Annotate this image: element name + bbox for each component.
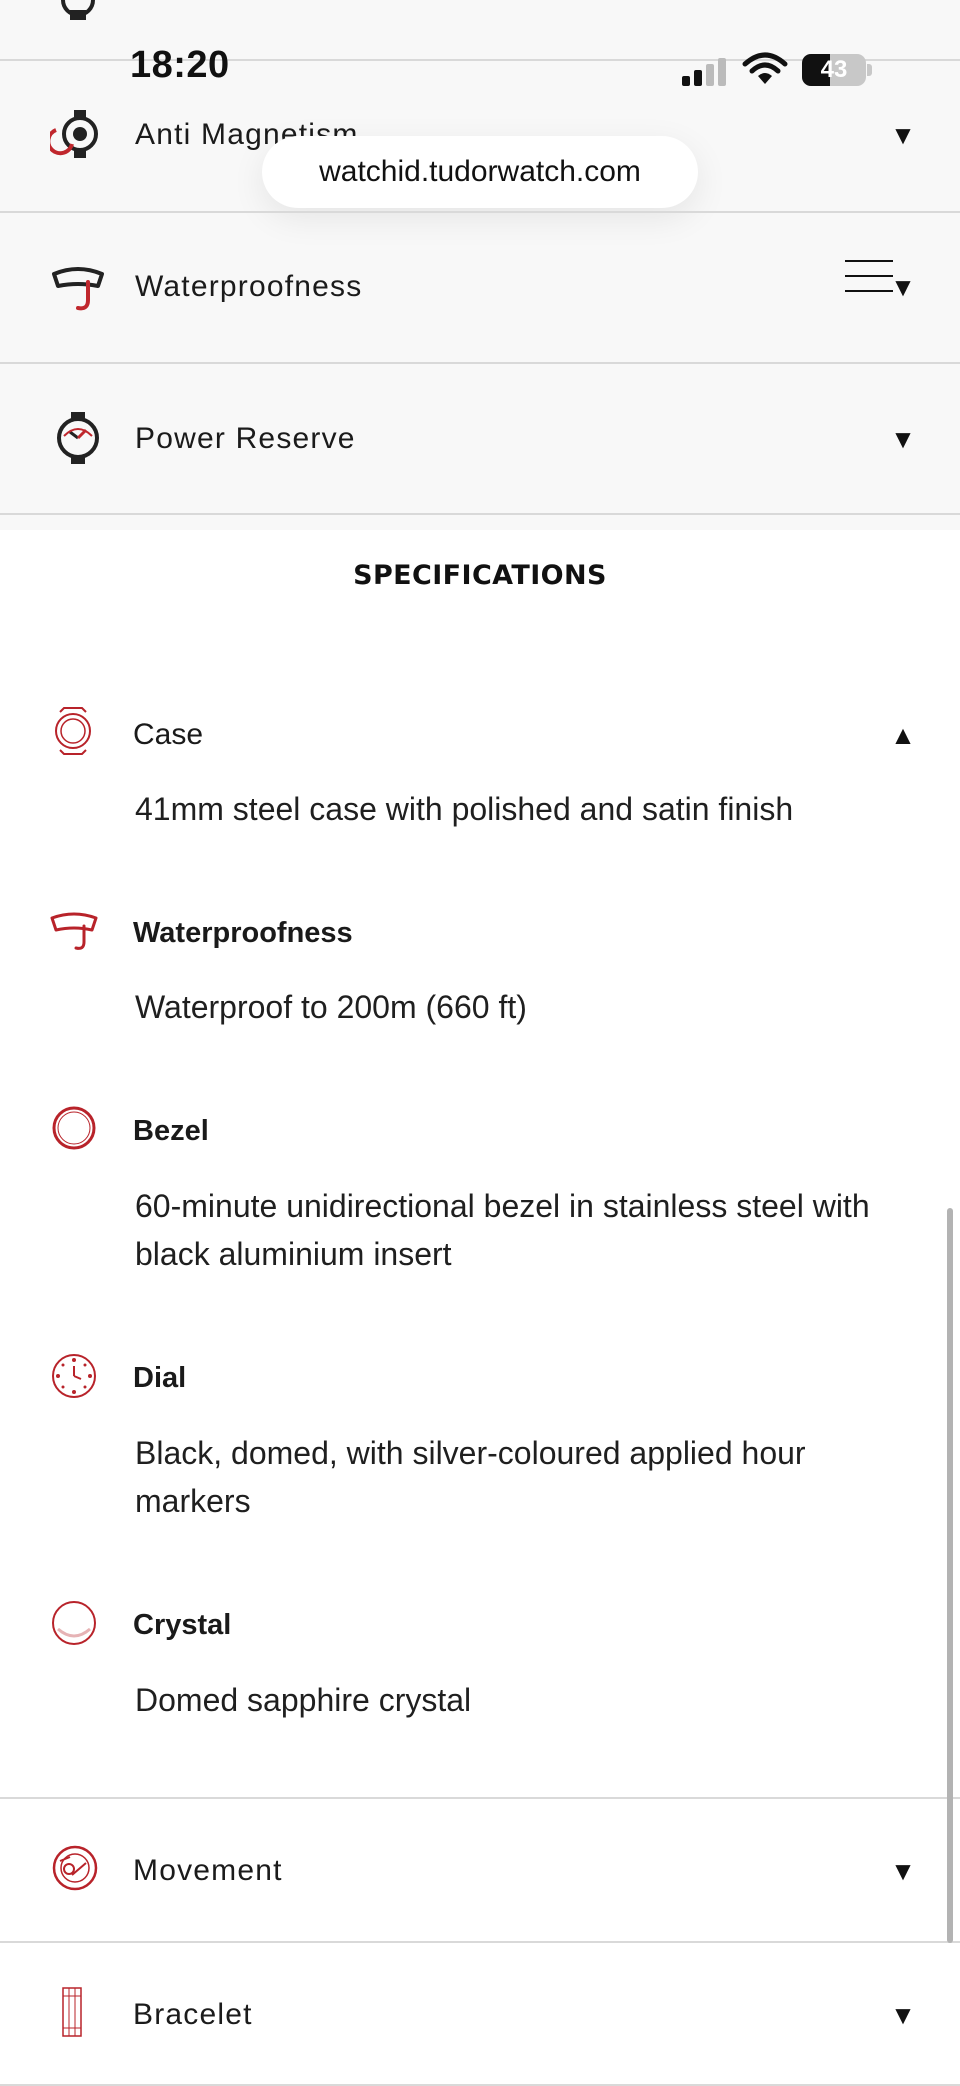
spec-dial-value: Black, domed, with silver-coloured appli… bbox=[135, 1435, 806, 1519]
specifications-title: SPECIFICATIONS bbox=[353, 560, 607, 591]
spec-waterproofness-value: Waterproof to 200m (660 ft) bbox=[135, 989, 527, 1025]
partial-watch-icon bbox=[50, 0, 106, 28]
spec-case-value: 41mm steel case with polished and satin … bbox=[135, 791, 794, 827]
accordion-movement[interactable]: Movement bbox=[133, 1854, 283, 1888]
power-reserve-icon bbox=[50, 410, 106, 466]
accordion-bracelet[interactable]: Bracelet bbox=[133, 1998, 253, 2032]
bezel-icon bbox=[50, 1104, 98, 1152]
spec-dial-label: Dial bbox=[133, 1362, 187, 1394]
chevron-down-icon[interactable]: ▼ bbox=[888, 120, 918, 151]
anti-magnetism-icon bbox=[50, 106, 106, 162]
status-time: 18:20 bbox=[130, 44, 230, 86]
wifi-icon bbox=[742, 52, 788, 86]
case-icon bbox=[50, 706, 96, 756]
spec-bezel-value: 60-minute unidirectional bezel in stainl… bbox=[135, 1188, 870, 1272]
url-text: watchid.tudorwatch.com bbox=[319, 155, 641, 188]
waterproofness-icon bbox=[50, 258, 106, 314]
spec-bezel-label: Bezel bbox=[133, 1115, 209, 1147]
chevron-up-icon[interactable]: ▲ bbox=[888, 720, 918, 751]
accordion-waterproofness[interactable]: Waterproofness bbox=[135, 270, 362, 304]
accordion-power-reserve[interactable]: Power Reserve bbox=[135, 422, 356, 456]
spec-crystal-label: Crystal bbox=[133, 1609, 232, 1641]
chevron-down-icon[interactable]: ▼ bbox=[888, 272, 918, 303]
divider bbox=[0, 1941, 960, 1943]
divider bbox=[0, 1797, 960, 1799]
spec-waterproofness-label: Waterproofness bbox=[133, 917, 353, 949]
waterproofness-spec-icon bbox=[50, 906, 98, 952]
scrollbar-thumb[interactable] bbox=[947, 1208, 953, 1943]
chevron-down-icon[interactable]: ▼ bbox=[888, 1856, 918, 1887]
battery-icon: 43 bbox=[802, 54, 872, 86]
spec-crystal-value: Domed sapphire crystal bbox=[135, 1682, 472, 1718]
spec-case-label[interactable]: Case bbox=[133, 718, 203, 752]
divider bbox=[0, 211, 960, 213]
cellular-signal-icon bbox=[680, 58, 730, 86]
movement-icon bbox=[50, 1843, 100, 1893]
url-bar[interactable]: watchid.tudorwatch.com bbox=[262, 136, 698, 208]
menu-icon[interactable] bbox=[845, 258, 893, 294]
divider bbox=[0, 513, 960, 515]
divider bbox=[0, 362, 960, 364]
chevron-down-icon[interactable]: ▼ bbox=[888, 424, 918, 455]
crystal-icon bbox=[50, 1599, 98, 1647]
battery-level: 43 bbox=[820, 56, 848, 83]
bracelet-icon bbox=[58, 1986, 86, 2038]
dial-icon bbox=[50, 1352, 98, 1400]
chevron-down-icon[interactable]: ▼ bbox=[888, 2000, 918, 2031]
